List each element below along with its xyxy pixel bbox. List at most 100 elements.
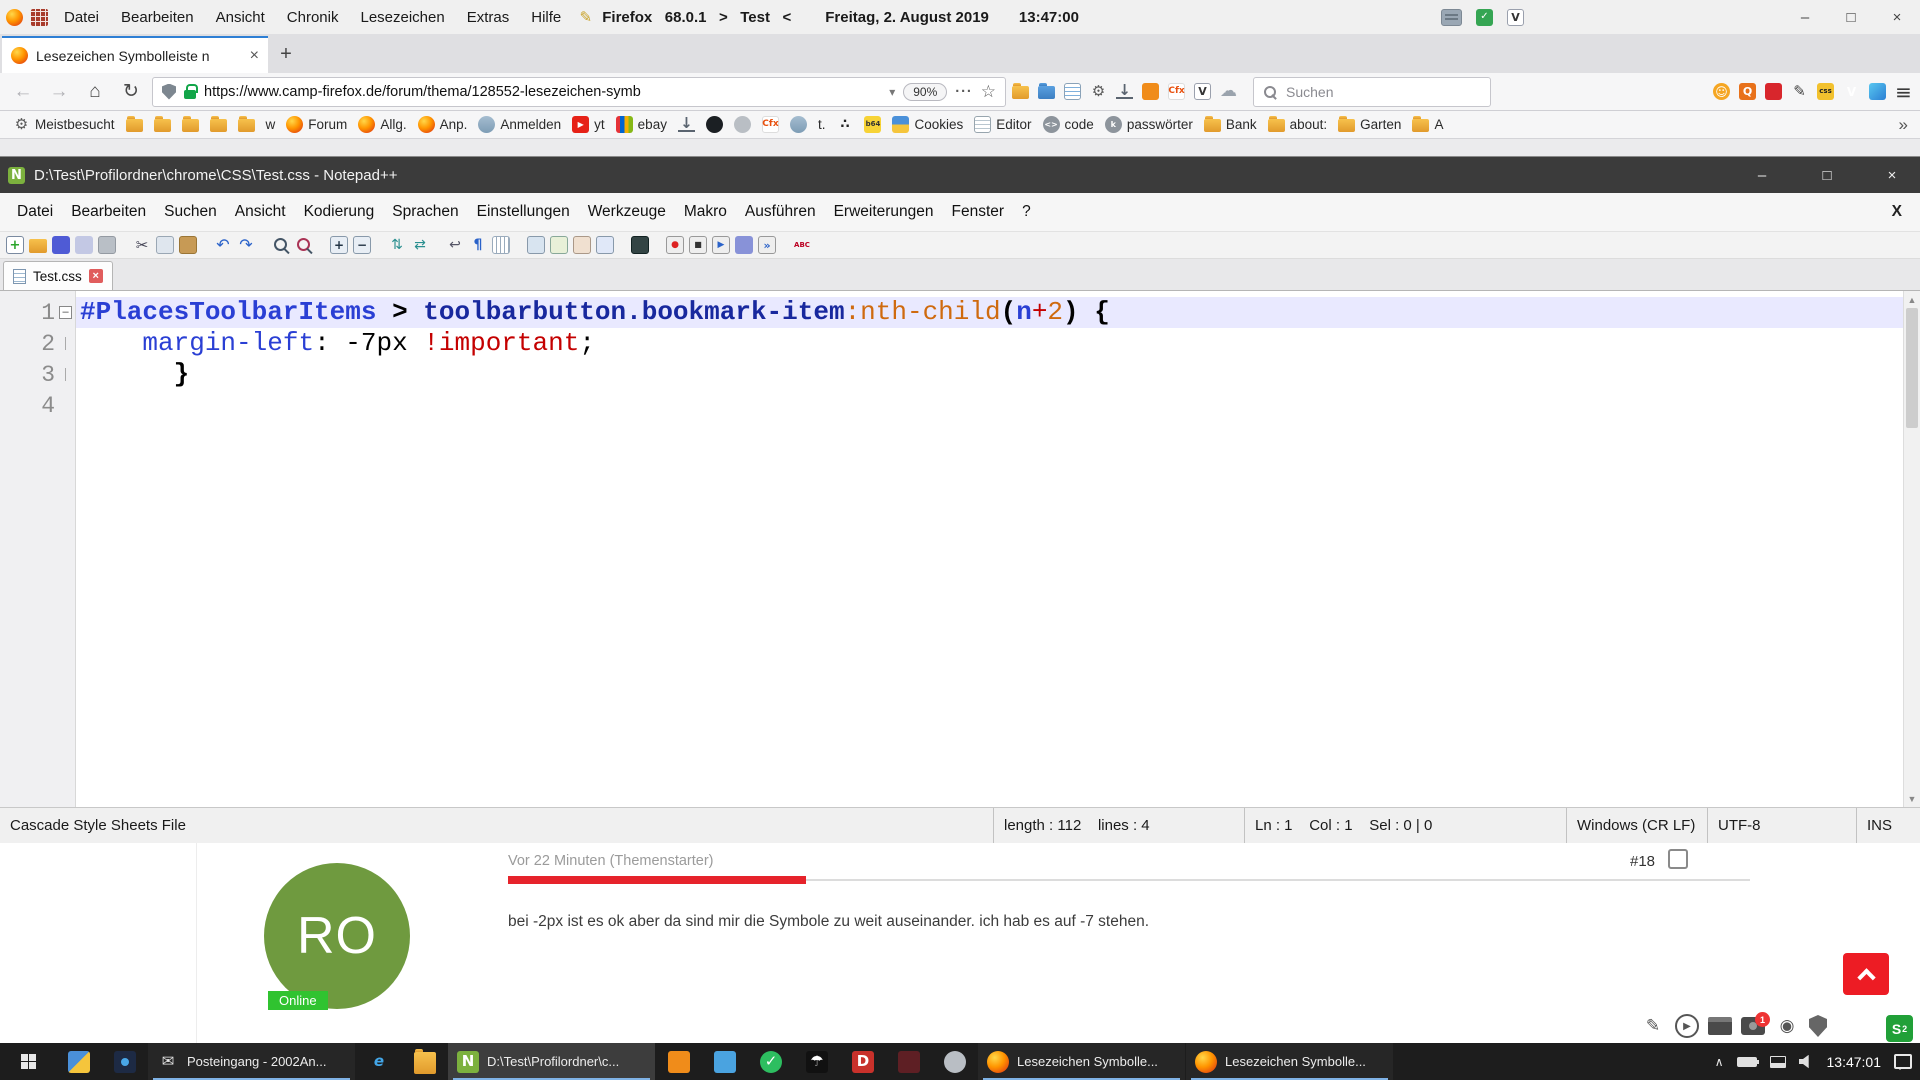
- folder-tree-icon[interactable]: [596, 236, 614, 254]
- statusbar-insert-mode[interactable]: INS: [1856, 808, 1920, 843]
- new-tab-button[interactable]: +: [268, 36, 304, 73]
- taskbar-red-d-icon[interactable]: D: [840, 1043, 886, 1080]
- show-symbol-icon[interactable]: ¶: [469, 236, 487, 254]
- undo-icon[interactable]: ↶: [214, 236, 232, 254]
- npp-minimize-button[interactable]: –: [1734, 157, 1790, 193]
- fold-marker-icon[interactable]: –: [59, 306, 72, 319]
- bookmarks-overflow-icon[interactable]: »: [1895, 115, 1912, 135]
- document-tab-close-icon[interactable]: ×: [89, 269, 103, 283]
- new-file-icon[interactable]: +: [6, 236, 24, 254]
- minimize-button[interactable]: –: [1782, 0, 1828, 34]
- menubar-item-datei[interactable]: Datei: [56, 7, 107, 28]
- download-arrow-icon[interactable]: ↓: [1116, 84, 1133, 99]
- taskbar-task[interactable]: ✉Posteingang - 2002An...: [148, 1043, 355, 1080]
- editor-code[interactable]: #PlacesToolbarItems > toolbarbutton.book…: [76, 291, 1920, 807]
- orange-box-icon[interactable]: [1142, 83, 1159, 100]
- brush-icon[interactable]: ✎: [1640, 1013, 1666, 1039]
- eye-icon[interactable]: ◉: [1774, 1013, 1800, 1039]
- bookmark-item[interactable]: [729, 114, 756, 135]
- bookmark-item[interactable]: ▶yt: [567, 114, 610, 135]
- npp-menubar-x[interactable]: X: [1892, 203, 1912, 221]
- code-line[interactable]: [76, 390, 1920, 421]
- battery-icon[interactable]: [1737, 1057, 1757, 1067]
- shield-overlay-icon[interactable]: [1809, 1015, 1827, 1037]
- cloud-icon[interactable]: ☁: [1220, 83, 1237, 100]
- v-box-icon[interactable]: V: [1194, 83, 1211, 100]
- bookmark-item[interactable]: t.: [813, 115, 831, 134]
- cardreader-icon[interactable]: [1441, 9, 1462, 26]
- taskbar-blue-feather-icon[interactable]: [702, 1043, 748, 1080]
- lock-icon[interactable]: [184, 90, 196, 99]
- zoom-badge[interactable]: 90%: [903, 83, 947, 101]
- npp-menu-item-bearbeiten[interactable]: Bearbeiten: [62, 199, 155, 225]
- bookmark-item[interactable]: Anp.: [413, 114, 473, 135]
- npp-menu-item-suchen[interactable]: Suchen: [155, 199, 226, 225]
- zoom-out-icon[interactable]: −: [353, 236, 371, 254]
- bookmark-item[interactable]: ↓: [673, 115, 700, 134]
- bookmark-item[interactable]: [121, 115, 148, 134]
- document-tab[interactable]: Test.css ×: [3, 261, 113, 290]
- code-line[interactable]: #PlacesToolbarItems > toolbarbutton.book…: [76, 297, 1920, 328]
- menubar-item-ansicht[interactable]: Ansicht: [208, 7, 273, 28]
- taskbar-green-check-icon[interactable]: ✓: [748, 1043, 794, 1080]
- monitor-icon[interactable]: [631, 236, 649, 254]
- forward-button[interactable]: →: [44, 77, 74, 107]
- url-text[interactable]: https://www.camp-firefox.de/forum/thema/…: [204, 84, 881, 100]
- folder-yellow-icon[interactable]: [1012, 86, 1029, 99]
- npp-menu-item-erweiterungen[interactable]: Erweiterungen: [825, 199, 943, 225]
- home-button[interactable]: ⌂: [80, 77, 110, 107]
- bookmark-item[interactable]: Editor: [969, 114, 1036, 135]
- code-line[interactable]: margin-left: -7px !important;: [76, 328, 1920, 359]
- taskbar-umbrella-icon[interactable]: ☂: [794, 1043, 840, 1080]
- bookmark-item[interactable]: [177, 115, 204, 134]
- play-macro-icon[interactable]: ▶: [712, 236, 730, 254]
- bookmark-item[interactable]: Allg.: [353, 114, 411, 135]
- tab-close-icon[interactable]: ×: [250, 47, 259, 65]
- paste-icon[interactable]: [179, 236, 197, 254]
- bookmark-item[interactable]: [149, 115, 176, 134]
- bookmark-item[interactable]: b64: [859, 114, 886, 135]
- indent-guide-icon[interactable]: [492, 236, 510, 254]
- bookmark-item[interactable]: kpasswörter: [1100, 114, 1198, 135]
- bookmark-item[interactable]: [233, 115, 260, 134]
- stop-macro-icon[interactable]: ■: [689, 236, 707, 254]
- url-chevron-icon[interactable]: ▾: [889, 85, 895, 99]
- doc-list-icon[interactable]: [550, 236, 568, 254]
- cut-icon[interactable]: ✂: [133, 236, 151, 254]
- taskbar-app-media-icon[interactable]: [102, 1043, 148, 1080]
- taskbar-task[interactable]: Lesezeichen Symbolle...: [978, 1043, 1185, 1080]
- find-icon[interactable]: [272, 236, 290, 254]
- firefox-icon[interactable]: [6, 9, 23, 26]
- word-wrap-icon[interactable]: ↩: [446, 236, 464, 254]
- avatar[interactable]: RO: [264, 863, 410, 1009]
- multi-run-icon[interactable]: »: [758, 236, 776, 254]
- back-button[interactable]: ←: [8, 77, 38, 107]
- scroll-up-icon[interactable]: ▲: [1904, 291, 1920, 308]
- scroll-to-top-button[interactable]: [1843, 953, 1889, 995]
- gear-icon[interactable]: ⚙: [1090, 83, 1107, 100]
- bookmark-item[interactable]: Bank: [1199, 115, 1262, 134]
- taskbar-clock[interactable]: 13:47:01: [1827, 1054, 1882, 1070]
- calendar-grid-icon[interactable]: [31, 9, 48, 26]
- search-input[interactable]: [1284, 83, 1482, 101]
- action-center-icon[interactable]: [1894, 1054, 1912, 1069]
- statusbar-encoding[interactable]: UTF-8: [1707, 808, 1856, 843]
- zoom-in-icon[interactable]: +: [330, 236, 348, 254]
- post-checkbox[interactable]: [1668, 849, 1688, 869]
- save-macro-icon[interactable]: [735, 236, 753, 254]
- v-badge-icon[interactable]: V: [1843, 83, 1860, 100]
- npp-menu-item-?[interactable]: ?: [1013, 199, 1040, 225]
- menubar-item-hilfe[interactable]: Hilfe: [523, 7, 569, 28]
- sync-v-icon[interactable]: ⇅: [388, 236, 406, 254]
- pen-icon[interactable]: ✎: [1791, 83, 1808, 100]
- browser-tab[interactable]: Lesezeichen Symbolleiste n ×: [2, 36, 268, 73]
- npp-menu-item-ansicht[interactable]: Ansicht: [226, 199, 295, 225]
- save-all-icon[interactable]: [75, 236, 93, 254]
- bookmark-item[interactable]: [701, 114, 728, 135]
- npp-menu-item-ausfhren[interactable]: Ausführen: [736, 199, 825, 225]
- menubar-item-bearbeiten[interactable]: Bearbeiten: [113, 7, 202, 28]
- taskbar-orange-app-icon[interactable]: [656, 1043, 702, 1080]
- css-badge-icon[interactable]: css: [1817, 83, 1834, 100]
- close-button[interactable]: ×: [1874, 0, 1920, 34]
- tracking-shield-icon[interactable]: [162, 84, 176, 100]
